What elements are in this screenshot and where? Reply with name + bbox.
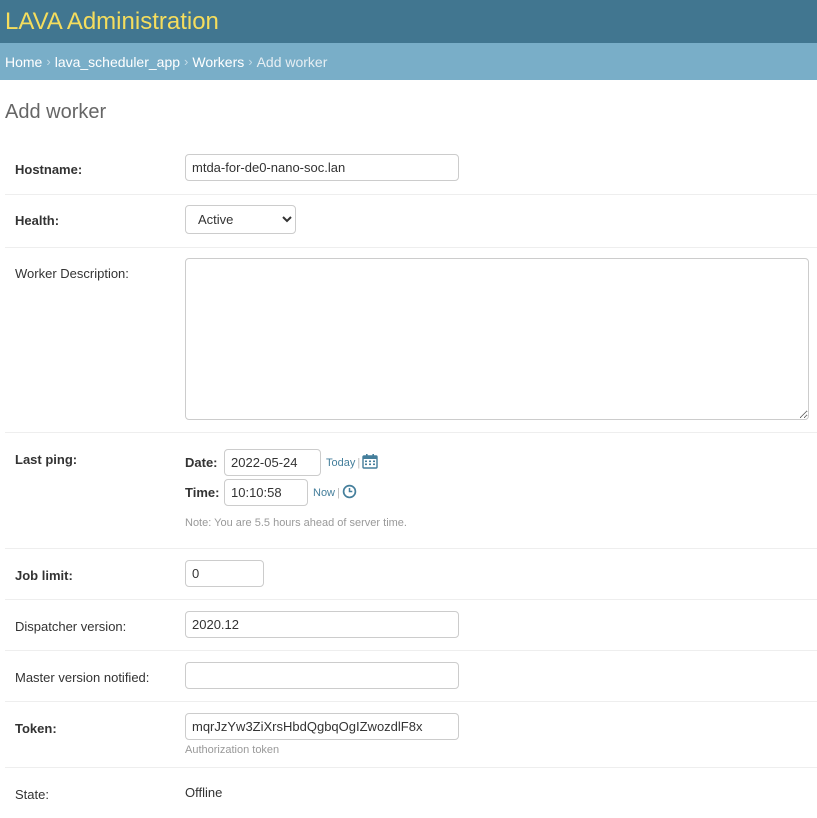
master-version-input[interactable]: [185, 662, 459, 689]
state-value: Offline: [185, 785, 223, 800]
token-label: Token:: [15, 721, 57, 736]
job-limit-row: Job limit:: [5, 549, 817, 600]
breadcrumb-separator: ›: [184, 54, 189, 69]
breadcrumb: Home › lava_scheduler_app › Workers › Ad…: [0, 43, 817, 80]
date-subrow: Date: Today |: [185, 449, 378, 476]
master-version-label: Master version notified:: [15, 670, 150, 685]
timezone-note: Note: You are 5.5 hours ahead of server …: [185, 517, 407, 529]
breadcrumb-home[interactable]: Home: [5, 54, 42, 70]
site-title[interactable]: LAVA Administration: [5, 8, 219, 36]
state-label: State:: [15, 787, 49, 802]
hostname-label: Hostname:: [15, 162, 83, 177]
time-label: Time:: [185, 485, 220, 500]
description-textarea[interactable]: [185, 258, 809, 420]
calendar-icon[interactable]: [362, 453, 378, 472]
clock-icon[interactable]: [342, 484, 357, 502]
today-link[interactable]: Today: [326, 457, 355, 469]
description-label: Worker Description:: [15, 266, 129, 281]
token-input[interactable]: [185, 713, 459, 740]
breadcrumb-workers[interactable]: Workers: [192, 54, 244, 70]
job-limit-input[interactable]: [185, 560, 264, 587]
dispatcher-version-row: Dispatcher version:: [5, 600, 817, 651]
worker-form: Hostname: Health: Active Worker Descript…: [5, 143, 817, 818]
token-help: Authorization token: [185, 744, 280, 756]
page-title: Add worker: [5, 101, 107, 123]
hostname-row: Hostname:: [5, 143, 817, 195]
date-input[interactable]: [224, 449, 321, 476]
dispatcher-version-label: Dispatcher version:: [15, 619, 127, 634]
date-label: Date:: [185, 455, 218, 470]
health-select[interactable]: Active: [185, 205, 296, 234]
dispatcher-version-input[interactable]: [185, 611, 459, 638]
master-version-row: Master version notified:: [5, 651, 817, 702]
breadcrumb-app[interactable]: lava_scheduler_app: [55, 54, 180, 70]
last-ping-row: Last ping: Date: Today | Time:: [5, 433, 817, 549]
hostname-input[interactable]: [185, 154, 459, 181]
time-input[interactable]: [224, 479, 308, 506]
description-row: Worker Description:: [5, 248, 817, 433]
breadcrumb-separator: ›: [248, 54, 253, 69]
token-row: Token: Authorization token: [5, 702, 817, 768]
last-ping-label: Last ping:: [15, 452, 78, 467]
now-link[interactable]: Now: [313, 487, 335, 499]
time-subrow: Time: Now |: [185, 479, 357, 506]
shortcut-separator: |: [337, 486, 340, 499]
health-label: Health:: [15, 213, 60, 228]
job-limit-label: Job limit:: [15, 568, 73, 583]
state-row: State: Offline: [5, 768, 817, 818]
breadcrumb-separator: ›: [46, 54, 51, 69]
health-row: Health: Active: [5, 195, 817, 248]
breadcrumb-current: Add worker: [256, 53, 328, 70]
shortcut-separator: |: [357, 456, 361, 469]
site-header: LAVA Administration: [0, 0, 817, 43]
